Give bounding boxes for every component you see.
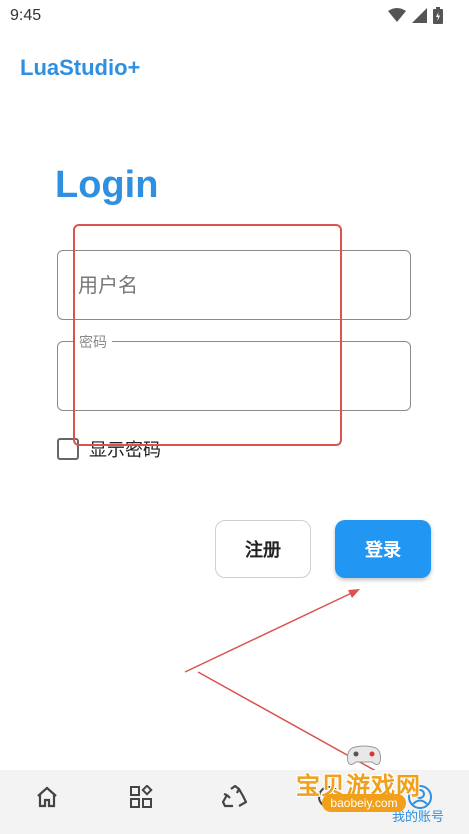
username-field[interactable]: [57, 250, 411, 320]
register-button[interactable]: 注册: [215, 520, 311, 578]
show-password-row[interactable]: 显示密码: [57, 436, 161, 462]
signal-icon: [412, 8, 427, 23]
username-input[interactable]: [58, 251, 410, 319]
show-password-label: 显示密码: [89, 440, 161, 461]
login-button[interactable]: 登录: [335, 520, 431, 578]
apps-icon: [129, 784, 153, 813]
recycle-icon: [221, 784, 248, 813]
nav-apps[interactable]: [126, 784, 156, 814]
app-title: LuaStudio+: [20, 55, 141, 80]
annotation-arrowhead-login: [348, 589, 360, 598]
annotation-arrows: [184, 589, 414, 792]
explore-icon: [317, 785, 341, 813]
password-input[interactable]: [58, 342, 410, 410]
nav-home[interactable]: [32, 784, 62, 814]
nav-account-label[interactable]: 我的账号: [392, 806, 444, 825]
status-icons: [388, 7, 443, 24]
wifi-icon: [388, 8, 406, 23]
login-heading: Login: [55, 164, 159, 206]
home-icon: [35, 786, 59, 812]
nav-recycle[interactable]: [220, 784, 250, 814]
gamepad-icon: [344, 742, 384, 772]
show-password-checkbox[interactable]: [57, 438, 79, 460]
battery-icon: [433, 7, 443, 24]
annotation-arrow-to-login: [184, 589, 359, 673]
status-bar: 9:45: [0, 0, 469, 34]
status-time: 9:45: [10, 7, 42, 24]
nav-explore[interactable]: [314, 784, 344, 814]
password-field[interactable]: 密码: [57, 332, 411, 411]
